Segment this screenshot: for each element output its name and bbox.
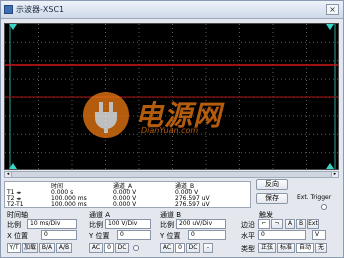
save-button[interactable]: 保存 xyxy=(256,193,288,204)
trigger-level-unit[interactable]: V xyxy=(312,230,326,240)
watermark-url: DianYuan.com xyxy=(141,126,199,135)
channel-b-zero-button[interactable]: 0 xyxy=(175,243,185,253)
scroll-right-icon[interactable]: ▸ xyxy=(331,172,338,177)
mode-ba-button[interactable]: B/A xyxy=(39,243,55,253)
close-button[interactable]: × xyxy=(326,4,339,15)
cursor-readout-table: 时间 通道_A 通道_B T1 ◂▸ 0.000 s 0.000 V 0.000… xyxy=(4,181,251,208)
timebase-section-title: 时间轴 xyxy=(7,211,28,219)
watermark-plug-icon xyxy=(83,92,129,138)
trigger-edge-label: 边沿 xyxy=(241,221,255,229)
channel-b-dc-button[interactable]: DC xyxy=(186,243,200,253)
channel-b-ypos-field[interactable]: 0 xyxy=(188,230,226,240)
channel-a-dc-button[interactable]: DC xyxy=(115,243,129,253)
mode-load-button[interactable]: 加载 xyxy=(22,243,38,253)
channel-a-ac-button[interactable]: AC xyxy=(89,243,103,253)
horizontal-scrollbar[interactable]: ◂ ▸ xyxy=(4,171,339,178)
trigger-rising-edge-icon[interactable]: ⌐ xyxy=(258,219,270,229)
trigger-level-field[interactable]: 0 xyxy=(258,230,306,240)
channel-b-minus-button[interactable]: - xyxy=(203,243,213,253)
channel-a-zero-button[interactable]: 0 xyxy=(104,243,114,253)
trigger-type-normal-button[interactable]: 标准 xyxy=(277,243,295,253)
channel-a-ypos-label: Y 位置 xyxy=(89,232,110,240)
row-label-t2-t1: T2-T1 xyxy=(7,201,24,208)
channel-b-ypos-label: Y 位置 xyxy=(160,232,181,240)
timebase-scale-label: 比例 xyxy=(7,221,21,229)
timebase-xpos-label: X 位置 xyxy=(7,232,29,240)
title-bar[interactable]: 示波器-XSC1 × xyxy=(1,1,343,19)
trigger-source-a-button[interactable]: A xyxy=(285,219,295,229)
diff-time: 100.000 ms xyxy=(51,201,87,208)
trigger-type-sine-button[interactable]: 正弦 xyxy=(258,243,276,253)
channel-a-ypos-field[interactable]: 0 xyxy=(117,230,151,240)
trigger-type-label: 类型 xyxy=(241,245,255,253)
timebase-scale-field[interactable]: 10 ms/Div xyxy=(27,219,77,229)
cursor-t2-bottom-marker[interactable] xyxy=(326,163,334,169)
channel-a-scale-label: 比例 xyxy=(89,221,103,229)
ext-trigger-radio[interactable] xyxy=(321,204,327,210)
watermark: 电源网 DianYuan.com xyxy=(83,92,273,138)
channel-b-ac-button[interactable]: AC xyxy=(160,243,174,253)
oscilloscope-window: 示波器-XSC1 × ◂ ▸ 时间 通道_A 通道_B T1 ◂▸ 0.000 … xyxy=(0,0,344,258)
trigger-level-label: 水平 xyxy=(241,232,255,240)
cursor-t1-marker[interactable] xyxy=(9,24,17,30)
channel-a-radio[interactable] xyxy=(133,245,139,251)
mode-ab-button[interactable]: A/B xyxy=(56,243,72,253)
trigger-falling-edge-icon[interactable]: ¬ xyxy=(271,219,283,229)
cursor-t2-marker[interactable] xyxy=(326,24,334,30)
ext-trigger-label: Ext. Trigger xyxy=(297,194,332,201)
window-title: 示波器-XSC1 xyxy=(16,5,65,14)
channel-b-scale-label: 比例 xyxy=(160,221,174,229)
timebase-xpos-field[interactable]: 0 xyxy=(41,230,77,240)
trigger-type-auto-button[interactable]: 自动 xyxy=(296,243,314,253)
diff-channel-a: 0.000 V xyxy=(113,201,137,208)
scroll-left-icon[interactable]: ◂ xyxy=(5,172,12,177)
diff-channel-b: 276.597 uV xyxy=(175,201,210,208)
trigger-source-b-button[interactable]: B xyxy=(296,219,306,229)
trigger-source-ext-button[interactable]: Ext xyxy=(307,219,319,229)
reverse-button[interactable]: 反向 xyxy=(256,179,288,190)
trigger-type-none-button[interactable]: 无 xyxy=(315,243,327,253)
app-icon xyxy=(4,5,13,14)
cursor-t1-bottom-marker[interactable] xyxy=(9,163,17,169)
channel-a-scale-field[interactable]: 100 V/Div xyxy=(105,219,151,229)
mode-yt-button[interactable]: Y/T xyxy=(7,243,21,253)
plug-glyph-icon xyxy=(95,102,117,133)
channel-b-scale-field[interactable]: 200 uV/Div xyxy=(176,219,226,229)
